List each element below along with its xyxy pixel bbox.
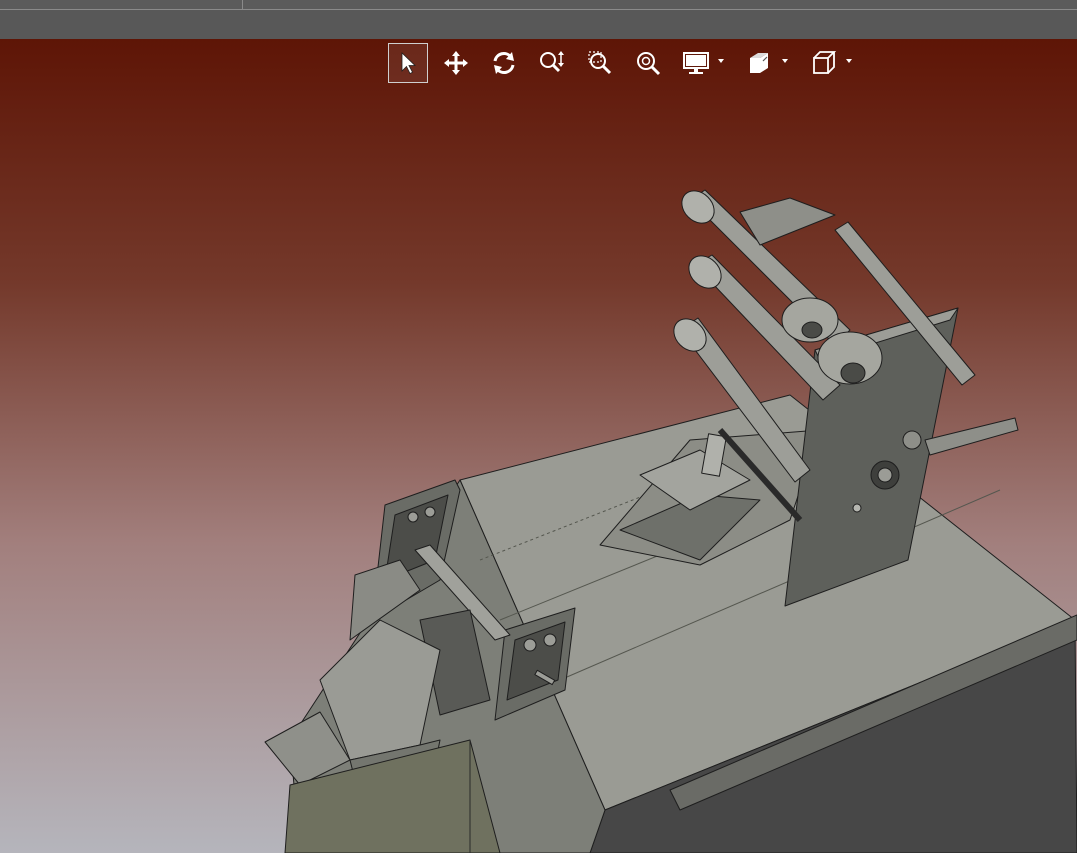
- document-tab-bar: [0, 0, 1077, 10]
- zoom-window-button[interactable]: [580, 43, 620, 83]
- view-orientation-button[interactable]: [740, 43, 788, 83]
- rotate-button[interactable]: [484, 43, 524, 83]
- rotate-icon: [493, 52, 515, 74]
- view-toolbar: [388, 43, 852, 83]
- zoom-updown-icon: [540, 51, 564, 73]
- projection-button[interactable]: [804, 43, 852, 83]
- chevron-down-icon[interactable]: [846, 59, 852, 63]
- select-button[interactable]: [388, 43, 428, 83]
- monitor-icon: [683, 52, 709, 74]
- zoom-fit-icon: [637, 52, 661, 76]
- display-mode-button[interactable]: [676, 43, 724, 83]
- pan-button[interactable]: [436, 43, 476, 83]
- zoom-window-icon: [588, 51, 612, 75]
- title-strip: [0, 10, 1077, 39]
- zoom-button[interactable]: [532, 43, 572, 83]
- 3d-viewport[interactable]: [0, 39, 1077, 853]
- chevron-down-icon[interactable]: [718, 59, 724, 63]
- chevron-down-icon[interactable]: [782, 59, 788, 63]
- move-arrows-icon: [444, 51, 468, 75]
- machine-model[interactable]: [0, 39, 1077, 853]
- wire-box-icon: [813, 51, 837, 74]
- zoom-fit-button[interactable]: [628, 43, 668, 83]
- document-tab[interactable]: [0, 0, 243, 10]
- cursor-arrow-icon: [401, 52, 416, 75]
- view-cube-icon: [750, 53, 768, 73]
